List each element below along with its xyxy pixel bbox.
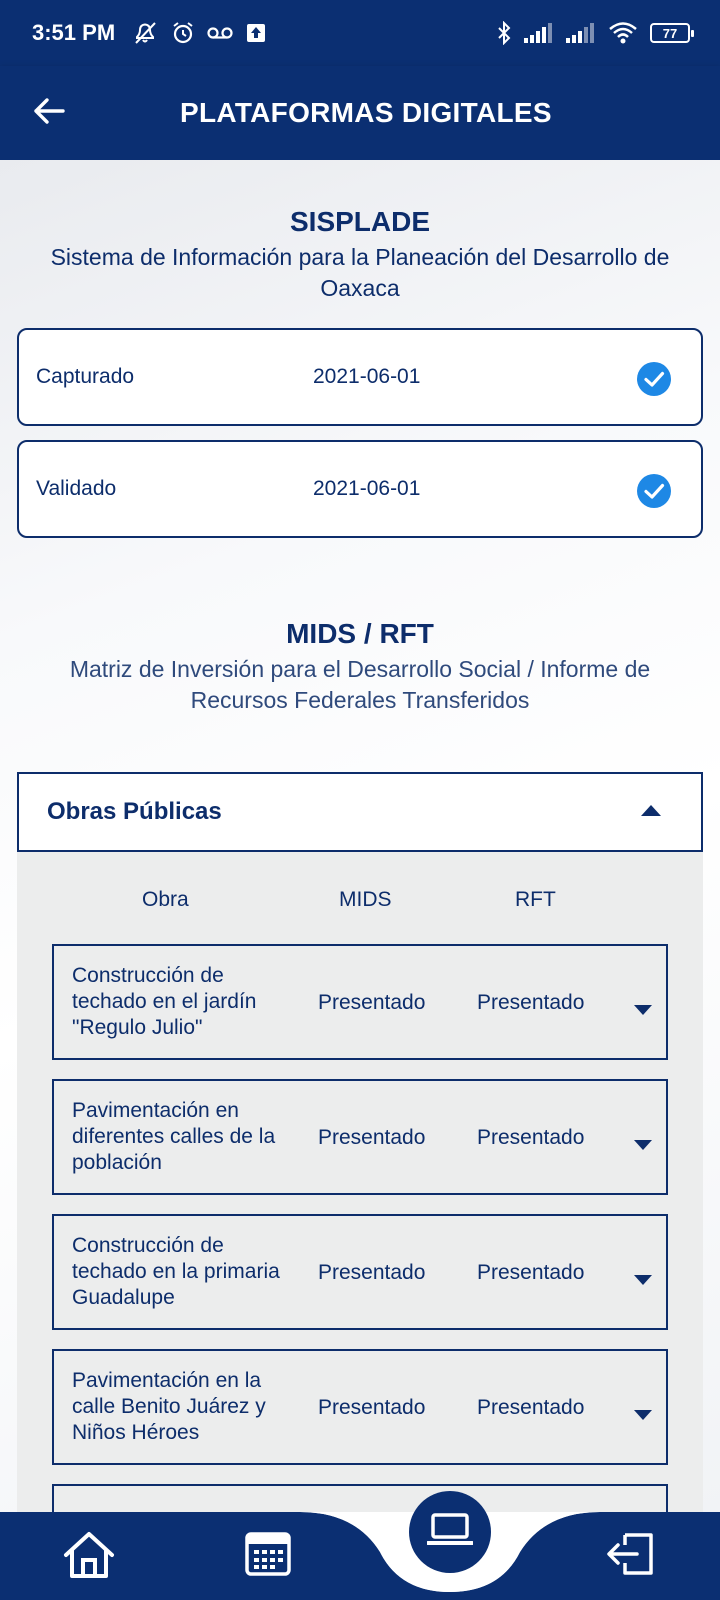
nav-home-button[interactable]: [58, 1526, 120, 1588]
row-rft-status: Presentado: [477, 991, 585, 1014]
row-obra: Construcción de techado en el jardín "Re…: [72, 964, 257, 1039]
row-obra: Construcción de techado en la primaria G…: [72, 1234, 280, 1309]
alarm-icon: [171, 21, 195, 45]
column-header-obra: Obra: [142, 888, 189, 911]
table-row[interactable]: Construcción de techado en la primaria G…: [52, 1214, 668, 1330]
page-title: PLATAFORMAS DIGITALES: [180, 97, 552, 128]
bottom-nav: [0, 1491, 720, 1600]
calendar-icon: [245, 1531, 291, 1581]
main-content[interactable]: SISPLADE Sistema de Información para la …: [0, 160, 720, 1512]
status-label: Validado: [36, 477, 117, 500]
back-button[interactable]: [0, 66, 98, 160]
mute-icon: [133, 21, 159, 45]
column-header-rft: RFT: [515, 888, 556, 911]
home-icon: [62, 1530, 116, 1585]
nav-calendar-button[interactable]: [240, 1528, 296, 1584]
row-mids-status: Presentado: [318, 1396, 426, 1419]
caret-down-icon: [634, 1403, 652, 1427]
row-rft-status: Presentado: [477, 1126, 585, 1149]
signal-icon: [566, 23, 596, 43]
status-time: 3:51 PM: [32, 20, 116, 45]
row-rft-status: Presentado: [477, 1261, 585, 1284]
accordion-title: Obras Públicas: [47, 798, 222, 825]
obras-table: Obra MIDS RFT Construcción de techado en…: [17, 852, 703, 1512]
row-obra: Pavimentación en la calle Benito Juárez …: [72, 1369, 266, 1444]
status-date: 2021-06-01: [313, 365, 421, 388]
sisplade-title: SISPLADE: [289, 206, 431, 237]
status-label: Capturado: [36, 365, 135, 388]
laptop-icon: [426, 1512, 474, 1552]
voicemail-icon: [207, 25, 233, 41]
caret-down-icon: [634, 1133, 652, 1157]
table-row[interactable]: Pavimentación en diferentes calles de la…: [52, 1079, 668, 1195]
status-card-capturado: Capturado 2021-06-01: [17, 328, 703, 426]
nav-platforms-button[interactable]: [409, 1491, 491, 1573]
caret-down-icon: [634, 1268, 652, 1292]
status-date: 2021-06-01: [313, 477, 421, 500]
caret-down-icon: [634, 998, 652, 1022]
app-header: PLATAFORMAS DIGITALES: [0, 66, 720, 160]
nav-logout-button[interactable]: [600, 1526, 662, 1586]
signal-icon: [524, 23, 554, 43]
bluetooth-icon: [496, 21, 512, 45]
check-circle-icon: [637, 474, 671, 514]
wifi-icon: [608, 21, 638, 45]
check-circle-icon: [637, 362, 671, 402]
upload-icon: [245, 22, 267, 44]
status-card-validado: Validado 2021-06-01: [17, 440, 703, 538]
column-header-mids: MIDS: [339, 888, 392, 911]
row-mids-status: Presentado: [318, 1261, 426, 1284]
row-mids-status: Presentado: [318, 991, 426, 1014]
row-rft-status: Presentado: [477, 1396, 585, 1419]
table-row-partial[interactable]: [52, 1484, 668, 1512]
sisplade-subtitle: Sistema de Información para la Planeació…: [50, 244, 670, 301]
status-bar: 3:51 PM 77: [0, 0, 720, 66]
row-mids-status: Presentado: [318, 1126, 426, 1149]
accordion-obras-publicas[interactable]: Obras Públicas: [17, 772, 703, 852]
row-obra: Pavimentación en diferentes calles de la…: [72, 1099, 276, 1174]
table-row[interactable]: Construcción de techado en el jardín "Re…: [52, 944, 668, 1060]
mids-subtitle: Matriz de Inversión para el Desarrollo S…: [69, 656, 651, 713]
battery-level: 77: [662, 25, 678, 41]
caret-up-icon: [641, 803, 661, 821]
table-row[interactable]: Pavimentación en la calle Benito Juárez …: [52, 1349, 668, 1465]
back-arrow-icon: [33, 97, 65, 130]
mids-title: MIDS / RFT: [286, 618, 434, 649]
battery-icon: 77: [650, 23, 694, 43]
logout-icon: [605, 1531, 657, 1582]
